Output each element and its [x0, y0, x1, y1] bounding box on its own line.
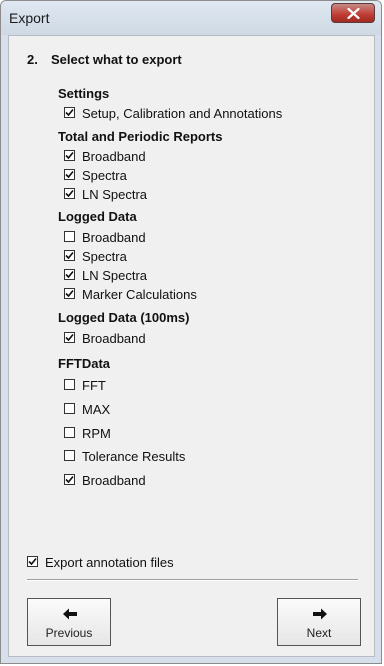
next-label: Next: [306, 626, 332, 640]
arrow-left-icon: [63, 608, 77, 620]
frame-bottom: [8, 657, 375, 663]
checkbox-label: Broadband: [82, 149, 146, 164]
check-icon: [65, 289, 74, 298]
wizard-panel: 2. Select what to export Settings Setup, …: [8, 35, 375, 657]
checkbox-label: Spectra: [82, 249, 127, 264]
step-number: 2.: [27, 52, 38, 67]
check-icon: [65, 270, 74, 279]
checkbox-box[interactable]: [64, 250, 75, 261]
checkbox-box[interactable]: [64, 450, 75, 461]
check-icon: [28, 557, 37, 566]
checkbox-label: Broadband: [82, 230, 146, 245]
close-button[interactable]: [331, 3, 375, 23]
checkbox-box[interactable]: [64, 379, 75, 390]
previous-button[interactable]: Previous: [27, 598, 111, 646]
checkbox-label: Broadband: [82, 473, 146, 488]
checkbox-box[interactable]: [64, 107, 75, 118]
checkbox-label: MAX: [82, 402, 111, 417]
step-title: Select what to export: [51, 52, 182, 67]
checkbox-box[interactable]: [64, 150, 75, 161]
checkbox-label: Marker Calculations: [82, 287, 197, 302]
step-heading: 2. Select what to export: [27, 52, 182, 67]
checkbox-label: Spectra: [82, 168, 127, 183]
section-logged-100ms-label: Logged Data (100ms): [58, 310, 190, 325]
checkbox-box[interactable]: [64, 427, 75, 438]
checkbox-box[interactable]: [64, 231, 75, 242]
checkbox-label: LN Spectra: [82, 187, 148, 202]
checkbox-label: LN Spectra: [82, 268, 148, 283]
checkbox-label: Setup, Calibration and Annotations: [82, 106, 283, 121]
checkbox-box[interactable]: [64, 332, 75, 343]
checkbox-box[interactable]: [64, 474, 75, 485]
divider: [27, 579, 358, 581]
checkbox-label: Export annotation files: [45, 555, 174, 570]
check-icon: [65, 251, 74, 260]
title-bar[interactable]: Export: [1, 1, 381, 35]
checkbox-label: Broadband: [82, 331, 146, 346]
checkbox-box[interactable]: [64, 403, 75, 414]
section-reports-label: Total and Periodic Reports: [58, 129, 223, 144]
checkbox-box[interactable]: [64, 188, 75, 199]
check-icon: [65, 170, 74, 179]
checkbox-label: RPM: [82, 426, 111, 441]
check-icon: [65, 108, 74, 117]
check-icon: [65, 333, 74, 342]
checkbox-box[interactable]: [64, 269, 75, 280]
section-fft-label: FFTData: [58, 356, 110, 371]
check-icon: [65, 475, 74, 484]
export-dialog: Export 2. Select what to export Settings …: [0, 0, 382, 664]
checkbox-label: FFT: [82, 378, 106, 393]
checkbox-box[interactable]: [64, 288, 75, 299]
section-logged-label: Logged Data: [58, 209, 137, 224]
section-settings-label: Settings: [58, 86, 110, 101]
checkbox-box[interactable]: [64, 169, 75, 180]
check-icon: [65, 189, 74, 198]
close-icon: [347, 8, 360, 19]
previous-label: Previous: [45, 626, 93, 640]
next-button[interactable]: Next: [277, 598, 361, 646]
arrow-right-icon: [313, 608, 327, 620]
window-title: Export: [9, 10, 50, 26]
checkbox-box[interactable]: [27, 556, 38, 567]
checkbox-label: Tolerance Results: [82, 449, 186, 464]
check-icon: [65, 151, 74, 160]
